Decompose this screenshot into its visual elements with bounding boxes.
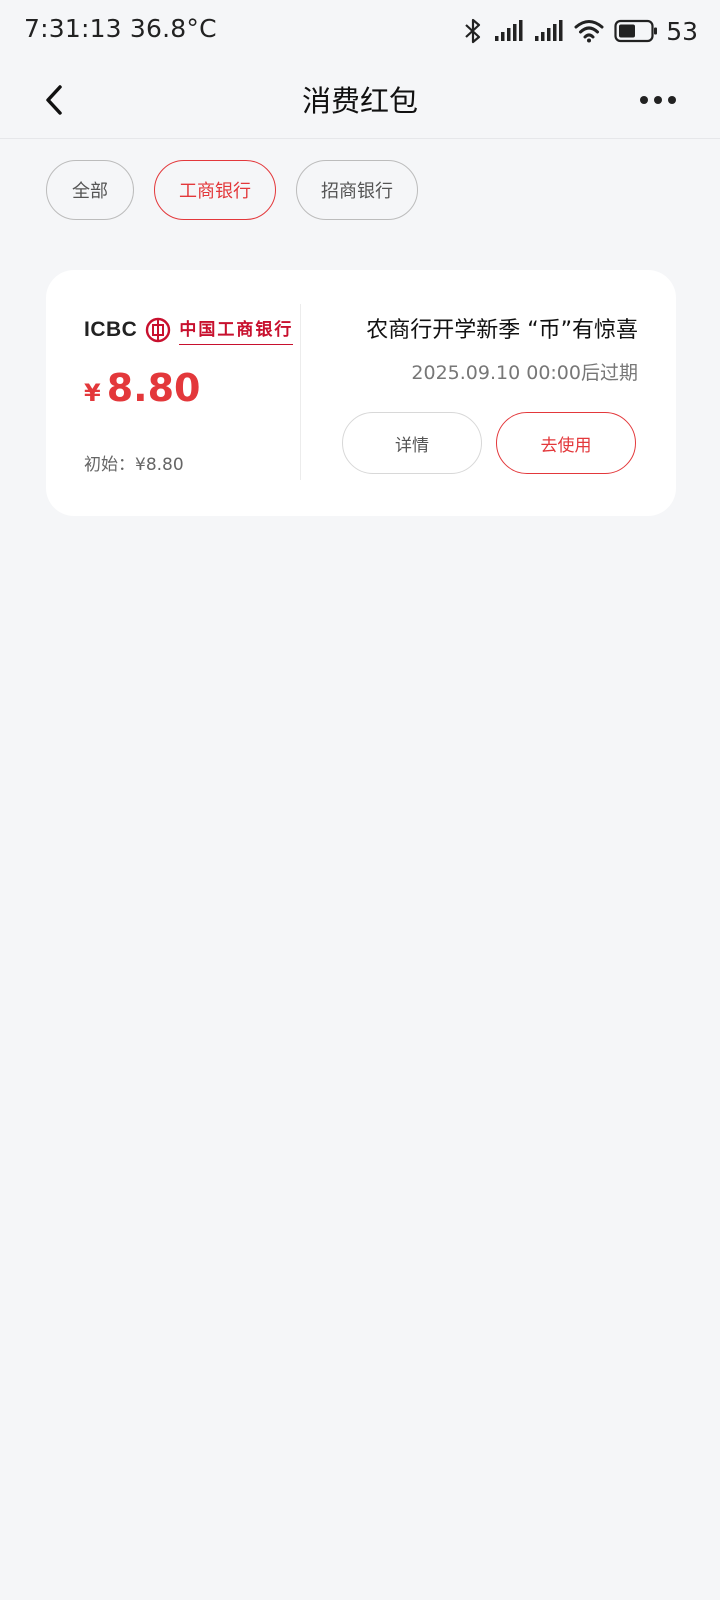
icbc-emblem-icon (146, 317, 171, 343)
status-icons: 53 (462, 14, 698, 48)
wifi-icon (574, 20, 604, 43)
bank-logo-en: ICBC (84, 318, 138, 341)
card-divider (300, 304, 301, 480)
dot (640, 96, 648, 104)
filter-chip-icbc[interactable]: 工商银行 (154, 160, 276, 220)
status-bar: 7:31:13 36.8°C 53 (0, 0, 720, 62)
initial-amount: 初始：¥8.80 (84, 455, 184, 475)
bank-logo-cn: 中国工商银行 (179, 315, 294, 345)
bank-logo: ICBC 中国工商银行 (84, 312, 294, 348)
bluetooth-icon (465, 18, 481, 44)
coupon-title: 农商行开学新季 “币”有惊喜 (366, 318, 638, 343)
dot (668, 96, 676, 104)
expiry-text: 2025.09.10 00:00后过期 (411, 362, 638, 384)
detail-button[interactable]: 详情 (342, 412, 482, 474)
signal-icon (535, 20, 563, 41)
filter-chip-all[interactable]: 全部 (46, 160, 134, 220)
dot (654, 96, 662, 104)
coupon-card: ICBC 中国工商银行 ¥ 8.80 初始：¥8.80 农商行开学新季 “币”有… (46, 270, 676, 516)
status-time: 7:31:13 36.8°C (24, 14, 217, 43)
currency-symbol: ¥ (84, 379, 101, 407)
signal-icon (495, 20, 523, 41)
filter-chip-cmb[interactable]: 招商银行 (296, 160, 418, 220)
amount-value: 8.80 (106, 366, 201, 410)
page-title: 消费红包 (301, 84, 418, 118)
use-button[interactable]: 去使用 (496, 412, 636, 474)
bank-filter-tabs: 全部 工商银行 招商银行 (46, 160, 418, 220)
coupon-amount: ¥ 8.80 (84, 366, 200, 410)
battery-level: 53 (666, 16, 698, 46)
more-dots-icon[interactable] (640, 84, 680, 116)
battery-icon (614, 19, 658, 43)
nav-bar: 消费红包 (0, 62, 720, 139)
